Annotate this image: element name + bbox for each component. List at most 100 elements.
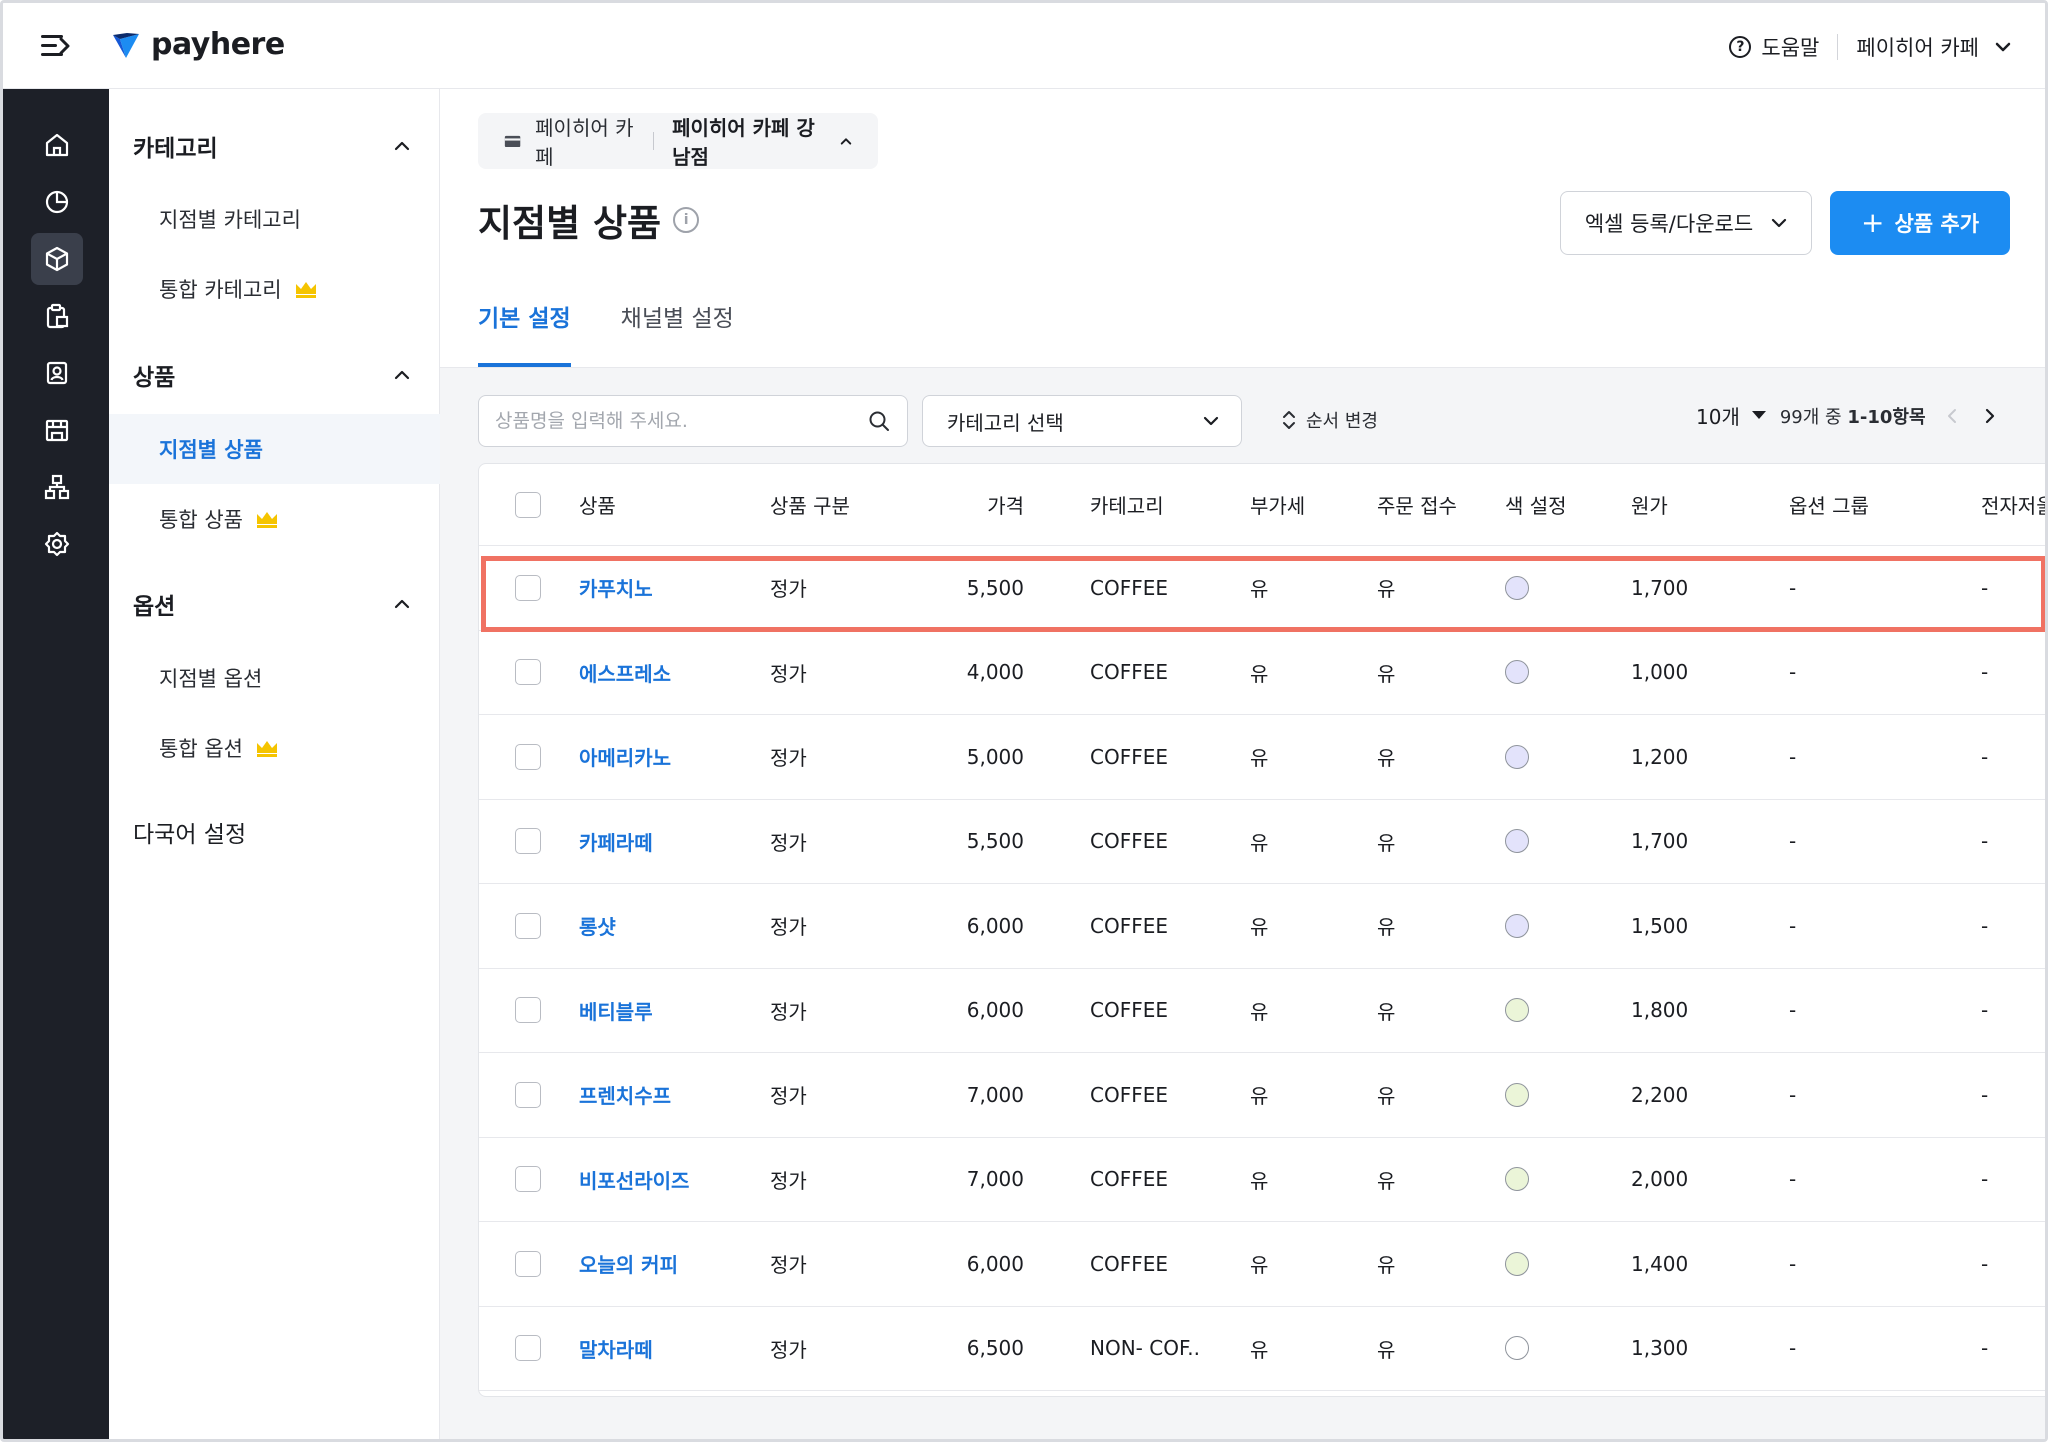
- column-header[interactable]: 부가세: [1250, 464, 1305, 545]
- add-product-button[interactable]: + 상품 추가: [1830, 191, 2010, 255]
- home-icon[interactable]: [31, 119, 83, 171]
- color-cell: [1505, 631, 1529, 715]
- per-page-select[interactable]: 10개: [1696, 401, 1766, 430]
- color-swatch[interactable]: [1505, 744, 1529, 769]
- column-header[interactable]: 원가: [1631, 464, 1668, 545]
- prev-page-icon[interactable]: [1940, 404, 1964, 428]
- table-row[interactable]: 카푸치노 정가 5,500 COFFEE 유 유 1,700 - -: [479, 546, 2045, 631]
- store-icon[interactable]: [31, 404, 83, 456]
- table-row[interactable]: 베티블루 정가 6,000 COFFEE 유 유 1,800 - -: [479, 969, 2045, 1053]
- table-row[interactable]: 프렌치수프 정가 7,000 COFFEE 유 유 2,200 - -: [479, 1053, 2045, 1138]
- table-row[interactable]: 비포선라이즈 정가 7,000 COFFEE 유 유 2,000 - -: [479, 1138, 2045, 1222]
- user-card-icon[interactable]: [31, 347, 83, 399]
- sidebar-item-branch-product[interactable]: 지점별 상품: [109, 414, 440, 484]
- color-swatch[interactable]: [1505, 1167, 1529, 1192]
- row-checkbox[interactable]: [515, 574, 541, 601]
- table-row[interactable]: 말차라떼 정가 6,500 NON- COF.. 유 유 1,300 - -: [479, 1307, 2045, 1391]
- scale-cell: -: [1981, 660, 1989, 685]
- table-row[interactable]: 롱샷 정가 6,000 COFFEE 유 유 1,500 - -: [479, 884, 2045, 969]
- column-header[interactable]: 색 설정: [1505, 464, 1567, 545]
- box-icon[interactable]: [31, 233, 83, 285]
- color-swatch[interactable]: [1505, 829, 1529, 854]
- column-header[interactable]: 상품: [579, 464, 616, 545]
- section-product[interactable]: 상품: [109, 345, 440, 405]
- color-swatch[interactable]: [1505, 575, 1529, 600]
- search-field[interactable]: [478, 395, 908, 447]
- color-swatch[interactable]: [1505, 998, 1529, 1023]
- product-name-link[interactable]: 비포선라이즈: [579, 1138, 689, 1222]
- product-name-link[interactable]: 프렌치수프: [579, 1053, 671, 1137]
- search-input[interactable]: [495, 410, 867, 432]
- column-header[interactable]: 전자저울: [1981, 464, 2045, 545]
- row-checkbox[interactable]: [515, 743, 541, 770]
- section-option[interactable]: 옵션: [109, 574, 440, 634]
- breadcrumb[interactable]: 페이히어 카페 페이히어 카페 강남점: [478, 113, 878, 169]
- row-checkbox[interactable]: [515, 1166, 541, 1193]
- product-name-link[interactable]: 말차라떼: [579, 1307, 653, 1391]
- menu-toggle-icon[interactable]: [41, 33, 71, 59]
- color-swatch[interactable]: [1505, 1336, 1529, 1361]
- table-row[interactable]: 카페라떼 정가 5,500 COFFEE 유 유 1,700 - -: [479, 800, 2045, 884]
- help-button[interactable]: ? 도움말: [1729, 32, 1819, 62]
- row-checkbox[interactable]: [515, 1335, 541, 1362]
- column-header[interactable]: 카테고리: [1090, 464, 1164, 545]
- row-checkbox[interactable]: [515, 1250, 541, 1277]
- product-name-link[interactable]: 에스프레소: [579, 631, 671, 715]
- reorder-button[interactable]: 순서 변경: [1282, 407, 1378, 433]
- sidebar-item-label: 통합 카테고리: [159, 278, 282, 302]
- org-icon[interactable]: [31, 461, 83, 513]
- gear-icon[interactable]: [31, 518, 83, 570]
- section-language[interactable]: 다국어 설정: [109, 802, 440, 862]
- table-row[interactable]: 오늘의 커피 정가 6,000 COFFEE 유 유 1,400 - -: [479, 1222, 2045, 1307]
- product-name-link[interactable]: 오늘의 커피: [579, 1222, 678, 1306]
- section-label: 상품: [133, 365, 176, 391]
- column-header[interactable]: 상품 구분: [770, 464, 850, 545]
- store-switcher[interactable]: 페이히어 카페: [1856, 32, 2011, 62]
- product-name-link[interactable]: 카페라떼: [579, 800, 653, 884]
- next-page-icon[interactable]: [1978, 404, 2002, 428]
- scale-cell: -: [1981, 1167, 1989, 1192]
- row-checkbox[interactable]: [515, 1081, 541, 1108]
- column-header[interactable]: 옵션 그룹: [1789, 464, 1869, 545]
- category-cell: COFFEE: [1090, 1082, 1168, 1107]
- clipboard-icon[interactable]: [31, 290, 83, 342]
- sidebar-item-branch-option[interactable]: 지점별 옵션: [109, 643, 440, 713]
- logo[interactable]: payhere: [111, 27, 285, 62]
- table-row[interactable]: 에스프레소 정가 4,000 COFFEE 유 유 1,000 - -: [479, 631, 2045, 715]
- sidebar-item-integrated-product[interactable]: 통합 상품: [109, 484, 440, 554]
- color-cell: [1505, 1138, 1529, 1222]
- search-icon[interactable]: [867, 409, 891, 433]
- info-icon[interactable]: i: [673, 207, 700, 233]
- scale-cell: -: [1981, 1082, 1989, 1107]
- row-checkbox[interactable]: [515, 912, 541, 939]
- chart-icon[interactable]: [31, 176, 83, 228]
- price-cell: 7,000: [966, 1082, 1024, 1107]
- icon-rail: [3, 89, 109, 1439]
- color-cell: [1505, 969, 1529, 1053]
- color-swatch[interactable]: [1505, 660, 1529, 685]
- color-swatch[interactable]: [1505, 1082, 1529, 1107]
- product-name-link[interactable]: 베티블루: [579, 969, 653, 1053]
- row-checkbox[interactable]: [515, 828, 541, 855]
- color-swatch[interactable]: [1505, 913, 1529, 938]
- vat-cell: 유: [1250, 1168, 1269, 1193]
- tab-basic-settings[interactable]: 기본 설정: [478, 299, 571, 367]
- column-header[interactable]: 주문 접수: [1377, 464, 1457, 545]
- table-row[interactable]: 아메리카노 정가 5,000 COFFEE 유 유 1,200 - -: [479, 715, 2045, 800]
- product-name-link[interactable]: 카푸치노: [579, 546, 653, 630]
- column-header[interactable]: 가격: [969, 464, 1024, 545]
- product-name-link[interactable]: 아메리카노: [579, 715, 671, 799]
- section-category[interactable]: 카테고리: [109, 116, 440, 176]
- sidebar-item-integrated-category[interactable]: 통합 카테고리: [109, 254, 440, 324]
- color-swatch[interactable]: [1505, 1251, 1529, 1276]
- select-all-checkbox[interactable]: [515, 491, 541, 518]
- excel-upload-download-button[interactable]: 엑셀 등록/다운로드: [1560, 191, 1812, 255]
- category-cell: COFFEE: [1090, 829, 1168, 854]
- sidebar-item-branch-category[interactable]: 지점별 카테고리: [109, 184, 440, 254]
- product-name-link[interactable]: 롱샷: [579, 884, 616, 968]
- category-select[interactable]: 카테고리 선택: [922, 395, 1242, 447]
- row-checkbox[interactable]: [515, 659, 541, 686]
- sidebar-item-integrated-option[interactable]: 통합 옵션: [109, 713, 440, 783]
- row-checkbox[interactable]: [515, 997, 541, 1024]
- tab-channel-settings[interactable]: 채널별 설정: [621, 299, 734, 367]
